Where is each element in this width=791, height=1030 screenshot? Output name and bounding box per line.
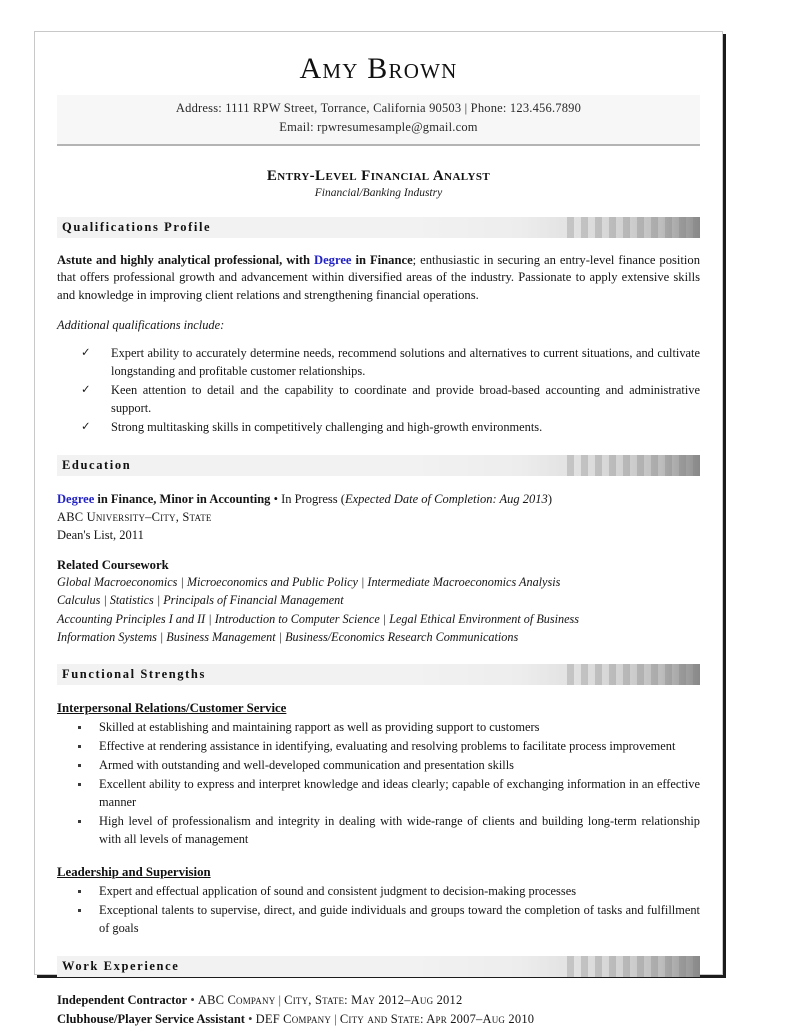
contact-address-phone: Address: 1111 RPW Street, Torrance, Cali… bbox=[175, 101, 582, 115]
work-separator: • bbox=[244, 1012, 256, 1027]
target-job-title: Entry-Level Financial Analyst bbox=[266, 167, 491, 184]
list-item: Expert ability to accurately determine n… bbox=[75, 345, 700, 381]
list-item: Effective at rendering assistance in ide… bbox=[67, 738, 700, 756]
list-item: Exceptional talents to supervise, direct… bbox=[67, 902, 700, 938]
section-title-text: Education bbox=[62, 457, 132, 472]
coursework-line: Calculus | Statistics | Principals of Fi… bbox=[57, 593, 344, 608]
work-role: Clubhouse/Player Service Assistant bbox=[57, 1012, 245, 1027]
work-entry: Independent Contractor • ABC Company | C… bbox=[57, 991, 700, 1010]
work-separator: • bbox=[187, 993, 198, 1008]
list-item: High level of professionalism and integr… bbox=[67, 813, 700, 849]
coursework-heading: Related Coursework bbox=[57, 558, 169, 573]
resume-sheet: Amy Brown Address: 1111 RPW Street, Torr… bbox=[34, 31, 723, 1026]
section-title-text: Work Experience bbox=[62, 959, 180, 974]
interpersonal-relations-list: Skilled at establishing and maintaining … bbox=[57, 719, 700, 849]
section-header-functional-strengths: Functional Strengths bbox=[57, 664, 700, 686]
education-degree-line: Degree in Finance, Minor in Accounting •… bbox=[57, 490, 700, 508]
education-degree-link[interactable]: Degree bbox=[57, 492, 94, 506]
education-block: Degree in Finance, Minor in Accounting •… bbox=[57, 490, 700, 544]
work-location-dates: City, State: May 2012–Aug 2012 bbox=[284, 993, 463, 1008]
profile-lead-bold-2: in Finance bbox=[351, 252, 413, 267]
education-degree-close: ) bbox=[547, 491, 552, 506]
work-location-dates: City and State: Apr 2007–Aug 2010 bbox=[339, 1012, 535, 1027]
coursework-line: Information Systems | Business Managemen… bbox=[57, 629, 519, 644]
work-company: ABC Company bbox=[197, 993, 276, 1008]
education-school-name: ABC University–City, State bbox=[57, 509, 212, 524]
list-item: Expert and effectual application of soun… bbox=[67, 883, 700, 901]
qualifications-paragraph: Astute and highly analytical professiona… bbox=[57, 252, 700, 306]
qualifications-bullet-list: Expert ability to accurately determine n… bbox=[57, 345, 700, 437]
list-item: Strong multitasking skills in competitiv… bbox=[75, 419, 700, 437]
list-item: Armed with outstanding and well-develope… bbox=[67, 757, 700, 775]
subheading-interpersonal-relations: Interpersonal Relations/Customer Service bbox=[57, 701, 287, 716]
additional-qualifications-label: Additional qualifications include: bbox=[57, 317, 225, 332]
section-header-work-experience: Work Experience bbox=[57, 956, 700, 978]
work-company: DEF Company bbox=[255, 1012, 332, 1027]
education-honors: Dean's List, 2011 bbox=[57, 527, 144, 542]
section-header-education: Education bbox=[57, 454, 700, 476]
section-title-text: Functional Strengths bbox=[62, 667, 206, 682]
profile-degree-link[interactable]: Degree bbox=[314, 253, 352, 267]
leadership-supervision-list: Expert and effectual application of soun… bbox=[57, 883, 700, 938]
work-pipe: | bbox=[331, 1012, 340, 1027]
contact-info-band: Address: 1111 RPW Street, Torrance, Cali… bbox=[57, 95, 700, 146]
section-header-qualifications: Qualifications Profile bbox=[57, 216, 700, 238]
page-canvas: Amy Brown Address: 1111 RPW Street, Torr… bbox=[0, 0, 791, 1026]
subheading-leadership-supervision: Leadership and Supervision bbox=[57, 865, 211, 880]
work-role: Independent Contractor bbox=[57, 993, 188, 1008]
work-pipe: | bbox=[275, 993, 285, 1008]
list-item: Excellent ability to express and interpr… bbox=[67, 776, 700, 812]
target-industry: Financial/Banking Industry bbox=[314, 186, 443, 199]
education-completion-date: Expected Date of Completion: Aug 2013 bbox=[344, 491, 548, 506]
education-degree-separator: • In Progress ( bbox=[270, 491, 345, 506]
list-item: Skilled at establishing and maintaining … bbox=[67, 719, 700, 737]
candidate-name: Amy Brown bbox=[299, 52, 458, 85]
work-entry: Clubhouse/Player Service Assistant • DEF… bbox=[57, 1010, 700, 1029]
coursework-line: Accounting Principles I and II | Introdu… bbox=[57, 611, 579, 626]
coursework-line: Global Macroeconomics | Microeconomics a… bbox=[57, 575, 561, 590]
profile-lead-bold-1: Astute and highly analytical professiona… bbox=[57, 252, 314, 267]
section-title-text: Qualifications Profile bbox=[62, 219, 212, 234]
list-item: Keen attention to detail and the capabil… bbox=[75, 382, 700, 418]
education-degree-bold: in Finance, Minor in Accounting bbox=[94, 491, 271, 506]
contact-email: Email: rpwresumesample@gmail.com bbox=[279, 119, 478, 134]
